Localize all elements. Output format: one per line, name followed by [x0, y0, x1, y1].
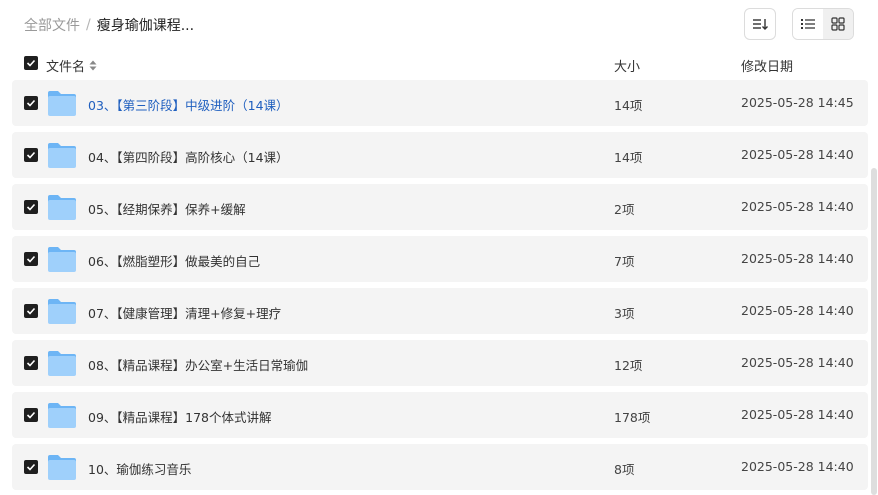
top-bar: 全部文件 / 瘦身瑜伽课程...: [0, 0, 878, 48]
table-header: 文件名 大小 修改日期: [0, 48, 878, 80]
column-header-name-label: 文件名: [46, 60, 86, 75]
row-modified-date: 2025-05-28 14:45: [741, 95, 854, 110]
row-modified-date: 2025-05-28 14:40: [741, 199, 854, 214]
row-file-size: 8项: [614, 462, 635, 477]
checkmark-icon: [26, 411, 36, 419]
checkmark-icon: [26, 99, 36, 107]
row-file-size: 3项: [614, 306, 635, 321]
row-checkbox[interactable]: [24, 148, 38, 162]
folder-icon: [47, 297, 77, 325]
folder-icon: [47, 453, 77, 481]
sort-lines-icon: [753, 19, 768, 30]
row-file-size: 178项: [614, 410, 651, 425]
row-file-size: 14项: [614, 98, 643, 113]
folder-icon: [47, 141, 77, 169]
grid-view-icon: [831, 17, 845, 31]
checkmark-icon: [26, 59, 36, 67]
checkmark-icon: [26, 359, 36, 367]
row-checkbox[interactable]: [24, 460, 38, 474]
view-toggle: [792, 8, 854, 40]
table-row[interactable]: 09、【精品课程】178个体式讲解 178项 2025-05-28 14:40: [12, 392, 868, 438]
table-row[interactable]: 10、瑜伽练习音乐 8项 2025-05-28 14:40: [12, 444, 868, 490]
table-row[interactable]: 03、【第三阶段】中级进阶（14课） 14项 2025-05-28 14:45: [12, 80, 868, 126]
row-checkbox[interactable]: [24, 252, 38, 266]
grid-view-button[interactable]: [823, 9, 853, 39]
table-row[interactable]: 07、【健康管理】清理+修复+理疗 3项 2025-05-28 14:40: [12, 288, 868, 334]
row-file-size: 14项: [614, 150, 643, 165]
row-file-size: 2项: [614, 202, 635, 217]
row-checkbox[interactable]: [24, 200, 38, 214]
list-view-icon: [801, 19, 815, 29]
row-file-name[interactable]: 09、【精品课程】178个体式讲解: [88, 407, 272, 426]
breadcrumb-current: 瘦身瑜伽课程...: [96, 18, 195, 34]
row-file-size: 12项: [614, 358, 643, 373]
checkmark-icon: [26, 255, 36, 263]
table-row[interactable]: 04、【第四阶段】高阶核心（14课） 14项 2025-05-28 14:40: [12, 132, 868, 178]
column-header-modified[interactable]: 修改日期: [741, 56, 793, 75]
column-header-name[interactable]: 文件名: [46, 56, 97, 75]
row-file-name[interactable]: 05、【经期保养】保养+缓解: [88, 199, 246, 218]
table-row[interactable]: 06、【燃脂塑形】做最美的自己 7项 2025-05-28 14:40: [12, 236, 868, 282]
sort-arrows-icon: [89, 60, 97, 71]
table-row[interactable]: 05、【经期保养】保养+缓解 2项 2025-05-28 14:40: [12, 184, 868, 230]
row-file-name[interactable]: 08、【精品课程】办公室+生活日常瑜伽: [88, 355, 308, 374]
breadcrumb-root[interactable]: 全部文件: [24, 15, 80, 35]
scrollbar[interactable]: [871, 168, 877, 495]
sort-button[interactable]: [744, 8, 776, 40]
checkmark-icon: [26, 463, 36, 471]
row-modified-date: 2025-05-28 14:40: [741, 251, 854, 266]
checkmark-icon: [26, 307, 36, 315]
folder-icon: [47, 89, 77, 117]
checkmark-icon: [26, 203, 36, 211]
row-modified-date: 2025-05-28 14:40: [741, 147, 854, 162]
row-modified-date: 2025-05-28 14:40: [741, 355, 854, 370]
breadcrumb-separator: /: [86, 17, 91, 33]
breadcrumb: 全部文件 / 瘦身瑜伽课程...: [24, 15, 194, 35]
row-file-name[interactable]: 04、【第四阶段】高阶核心（14课）: [88, 147, 289, 166]
row-modified-date: 2025-05-28 14:40: [741, 407, 854, 422]
column-header-size[interactable]: 大小: [614, 56, 640, 75]
row-checkbox[interactable]: [24, 96, 38, 110]
row-checkbox[interactable]: [24, 304, 38, 318]
row-modified-date: 2025-05-28 14:40: [741, 459, 854, 474]
select-all-checkbox[interactable]: [24, 56, 38, 70]
folder-icon: [47, 245, 77, 273]
row-file-name[interactable]: 07、【健康管理】清理+修复+理疗: [88, 303, 281, 322]
row-modified-date: 2025-05-28 14:40: [741, 303, 854, 318]
folder-icon: [47, 401, 77, 429]
row-checkbox[interactable]: [24, 356, 38, 370]
row-file-name[interactable]: 10、瑜伽练习音乐: [88, 459, 191, 478]
row-file-name[interactable]: 03、【第三阶段】中级进阶（14课）: [88, 95, 289, 114]
checkmark-icon: [26, 151, 36, 159]
folder-icon: [47, 193, 77, 221]
folder-icon: [47, 349, 77, 377]
row-file-name[interactable]: 06、【燃脂塑形】做最美的自己: [88, 251, 260, 270]
table-row[interactable]: 08、【精品课程】办公室+生活日常瑜伽 12项 2025-05-28 14:40: [12, 340, 868, 386]
list-view-button[interactable]: [793, 9, 823, 39]
row-file-size: 7项: [614, 254, 635, 269]
row-checkbox[interactable]: [24, 408, 38, 422]
